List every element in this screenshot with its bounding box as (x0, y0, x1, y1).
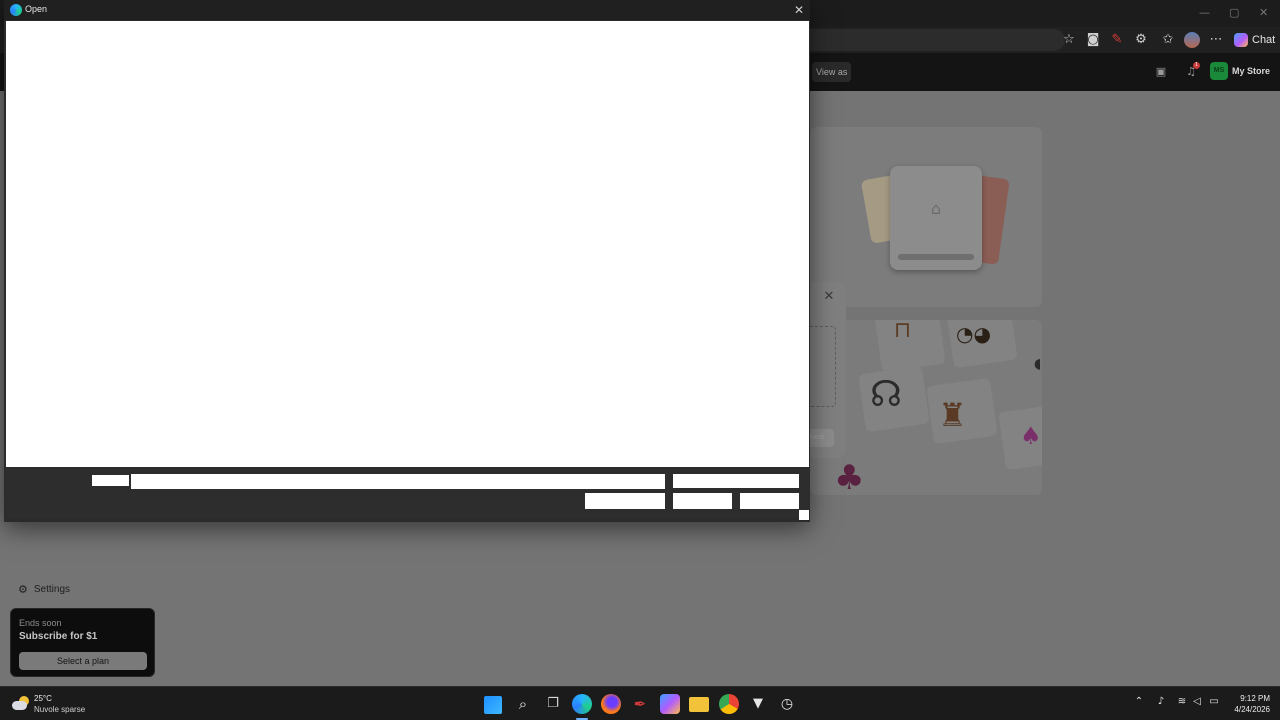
weather-widget[interactable]: 25°C Nuvole sparse (12, 693, 85, 715)
file-name-label (92, 475, 129, 486)
file-name-input[interactable] (131, 474, 665, 489)
clock-time: 9:12 PM (1240, 694, 1270, 703)
battery-icon[interactable]: ▭ (1207, 696, 1221, 707)
store-name: My Store (1232, 66, 1271, 76)
notification-badge: 1 (1193, 62, 1200, 69)
volume-icon[interactable]: ◁ (1190, 696, 1204, 707)
pen-icon[interactable]: ✎ (1108, 31, 1126, 49)
price-tag-icon: ⌂ (930, 199, 942, 218)
chrome-icon[interactable] (719, 694, 739, 714)
headphones-icon: ☊ (870, 374, 902, 415)
profile-icon[interactable] (1183, 31, 1201, 49)
placeholder-bar (898, 254, 974, 260)
app-red-icon[interactable]: ✒ (630, 694, 650, 714)
extension-icon[interactable]: ⚙ (1132, 31, 1150, 49)
partial-item-icon: ◖ (1034, 356, 1042, 372)
promo-card: Ends soon Subscribe for $1 Select a plan (10, 608, 155, 677)
copilot-icon[interactable] (660, 694, 680, 714)
lamp-icon: ♠ (1020, 422, 1042, 450)
wifi-icon[interactable]: ≋ (1175, 696, 1189, 707)
microphone-icon[interactable]: ♪ (1154, 696, 1168, 707)
address-bar[interactable] (810, 29, 1065, 51)
promo-title: Subscribe for $1 (19, 631, 98, 642)
file-type-select[interactable] (673, 474, 799, 488)
weather-temperature: 25°C (34, 694, 52, 703)
minimize-button[interactable]: — (1199, 6, 1210, 19)
dialog-titlebar: Open ✕ (4, 0, 810, 20)
cancel-button[interactable] (740, 493, 799, 509)
dialog-footer (6, 468, 809, 518)
start-icon[interactable] (484, 696, 502, 714)
star-icon[interactable]: ☆ (1060, 31, 1078, 49)
app-dark-icon[interactable]: ▼ (748, 694, 768, 714)
open-button[interactable] (673, 493, 732, 509)
search-icon[interactable]: ⌕ (513, 694, 533, 714)
partly-cloudy-icon (12, 696, 30, 712)
view-as-button[interactable]: View as (812, 62, 852, 82)
show-hidden-icons-icon[interactable]: ⌃ (1132, 696, 1146, 707)
system-clock[interactable]: 9:12 PM 4/24/2026 (1226, 693, 1270, 715)
select-plan-button[interactable]: Select a plan (19, 652, 147, 670)
promo-subtitle: Ends soon (19, 618, 62, 628)
taskbar: 25°C Nuvole sparse ⌕ ❐ ✒ ▼ ◷ ⌃ ♪ ≋ ◁ ▭ 9… (0, 686, 1280, 720)
camera-icon[interactable]: ◙ (1084, 31, 1102, 49)
dialog-title: Open (25, 4, 48, 14)
more-icon[interactable]: ⋯ (1207, 31, 1225, 49)
app-clock-icon[interactable]: ◷ (777, 694, 797, 714)
dialog-close-button[interactable]: ✕ (791, 2, 807, 18)
store-avatar: MS (1210, 62, 1228, 80)
edge-icon[interactable] (572, 694, 592, 714)
inbox-icon[interactable]: ▣ (1152, 63, 1170, 81)
edge-icon (10, 4, 22, 16)
stool-icon: ⊓ (894, 320, 912, 343)
copilot-logo-icon (1234, 33, 1248, 47)
sunglasses-icon: ◔◕ (956, 322, 991, 346)
file-explorer-icon[interactable] (689, 697, 709, 712)
open-file-dialog: Open ✕ (4, 0, 810, 522)
task-view-icon[interactable]: ❐ (543, 694, 563, 714)
file-browser-pane[interactable] (6, 21, 809, 467)
resize-grip[interactable] (799, 510, 809, 520)
upload-dropzone[interactable] (810, 326, 836, 407)
gear-icon: ⚙ (18, 583, 28, 596)
chat-button[interactable]: Chat (1234, 30, 1275, 50)
hoodie-icon: ♣ (834, 458, 865, 495)
settings-link[interactable]: ⚙ Settings (18, 583, 70, 596)
maximize-button[interactable]: ▢ (1229, 6, 1239, 19)
modal-close-icon[interactable]: ✕ (822, 290, 836, 304)
clock-date: 4/24/2026 (1234, 705, 1270, 714)
settings-label: Settings (33, 584, 71, 595)
chat-label: Chat (1252, 34, 1276, 46)
sweater-icon: ♜ (938, 396, 967, 434)
weather-description: Nuvole sparse (34, 705, 86, 714)
favorites-icon[interactable]: ✩ (1159, 31, 1177, 49)
store-switcher[interactable]: MS My Store (1210, 62, 1270, 80)
upload-from-mobile-button[interactable] (585, 493, 665, 509)
modal-next-label: Next (810, 434, 825, 441)
firefox-icon[interactable] (601, 694, 621, 714)
modal-next-button[interactable]: Next (810, 429, 834, 447)
close-window-button[interactable]: ✕ (1259, 6, 1268, 19)
